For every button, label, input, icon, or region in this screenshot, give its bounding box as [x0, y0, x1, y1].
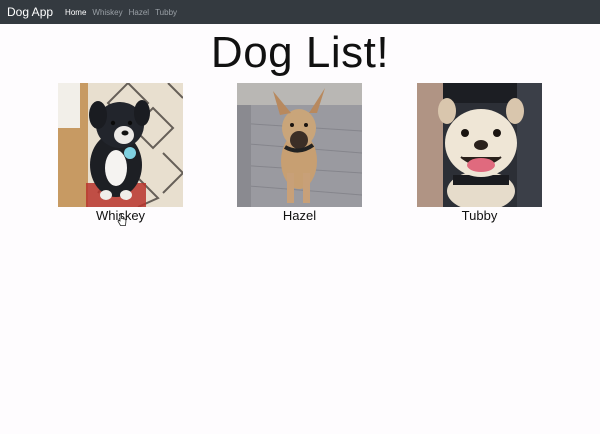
- top-navbar: Dog App Home Whiskey Hazel Tubby: [0, 0, 600, 24]
- nav-link-whiskey[interactable]: Whiskey: [92, 8, 122, 17]
- dog-card-tubby[interactable]: Tubby: [417, 83, 542, 224]
- dog-photo-hazel[interactable]: [237, 83, 362, 207]
- dog-name-hazel[interactable]: Hazel: [237, 208, 362, 224]
- nav-link-home[interactable]: Home: [65, 8, 86, 17]
- dog-photo-tubby[interactable]: [417, 83, 542, 207]
- dog-card-hazel[interactable]: Hazel: [237, 83, 362, 224]
- dog-name-tubby[interactable]: Tubby: [417, 208, 542, 224]
- page-title: Dog List!: [210, 28, 390, 77]
- nav-link-hazel[interactable]: Hazel: [129, 8, 149, 17]
- nav-link-tubby[interactable]: Tubby: [155, 8, 177, 17]
- hand-cursor-icon: [117, 213, 127, 226]
- dog-card-whiskey[interactable]: Whiskey: [58, 83, 183, 224]
- dog-photo-whiskey[interactable]: [58, 83, 183, 207]
- brand-link[interactable]: Dog App: [7, 5, 53, 19]
